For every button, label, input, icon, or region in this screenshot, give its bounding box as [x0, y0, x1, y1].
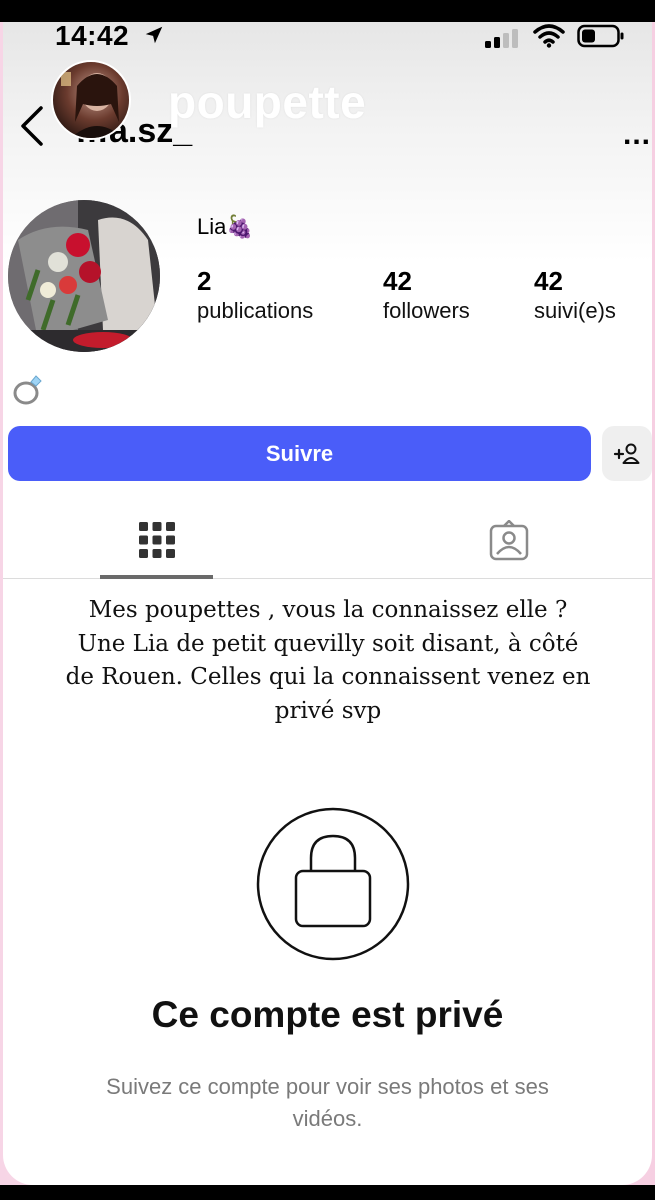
profile-name: Lia🍇: [197, 214, 254, 239]
active-tab-indicator: [100, 575, 213, 579]
profile-screen: 14:42 …a.sz_ poupette ... Lia🍇 2 publica…: [3, 22, 652, 1185]
caption-line: privé svp: [274, 697, 382, 724]
caption-line: Une Lia de petit quevilly soit disant, à…: [77, 630, 579, 657]
ring-icon: [13, 375, 42, 405]
stat-publications-label: publications: [197, 298, 314, 323]
battery-icon: [577, 24, 624, 48]
overlay-message: Mes poupettes , vous la connaissez elle …: [30, 594, 626, 728]
stat-following-label[interactable]: suivi(e)s: [534, 298, 616, 324]
stat-followers-value[interactable]: 42: [383, 266, 412, 297]
cellular-signal-icon: [485, 29, 518, 48]
caption-line: de Rouen. Celles qui la connaissent vene…: [65, 664, 591, 690]
private-account-subtitle: Suivez ce compte pour voir ses photos et…: [106, 1074, 549, 1131]
private-account-title: Ce compte est privé: [151, 994, 504, 1035]
stat-following-value[interactable]: 42: [534, 266, 563, 297]
profile-avatar-photo: [8, 200, 160, 352]
status-time: 14:42: [55, 22, 130, 51]
grid-icon[interactable]: [139, 522, 175, 558]
stat-publications-value: 2: [197, 266, 212, 296]
overlay-caption: poupette: [168, 76, 367, 128]
tagged-icon[interactable]: [488, 520, 530, 562]
suggested-accounts-button[interactable]: [602, 426, 652, 481]
profile-avatar[interactable]: [8, 200, 160, 352]
lock-icon: [256, 807, 410, 961]
caption-line: Mes poupettes , vous la connaissez elle …: [88, 597, 568, 623]
chevron-left-icon[interactable]: [17, 104, 47, 148]
story-avatar[interactable]: [51, 60, 131, 140]
stat-followers-label[interactable]: followers: [383, 298, 470, 324]
more-options-button[interactable]: ...: [623, 118, 651, 152]
wifi-icon: [533, 24, 565, 48]
add-person-icon: [613, 443, 640, 464]
location-arrow-icon: [145, 26, 163, 44]
follow-button[interactable]: Suivre: [8, 426, 591, 481]
